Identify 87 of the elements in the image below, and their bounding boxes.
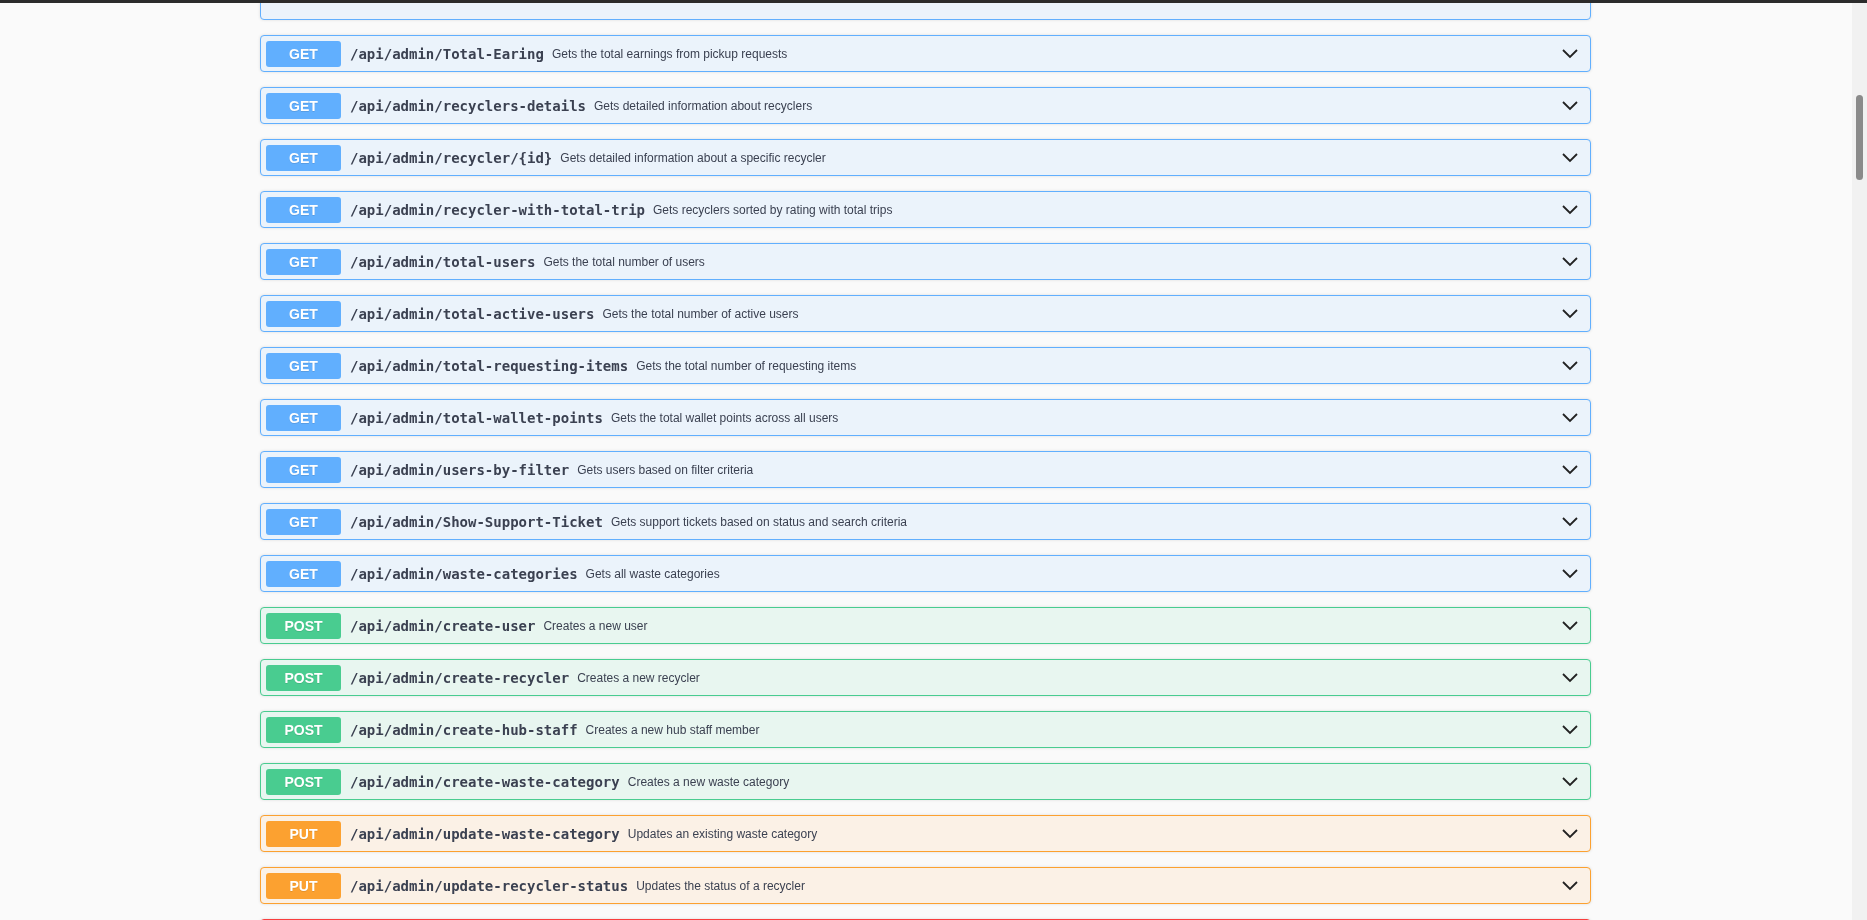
operation-row[interactable]: GET /api/admin/total-active-users Gets the total number of active users (260, 295, 1591, 332)
endpoint-description: Creates a new hub staff member (585, 722, 760, 737)
operation-row[interactable]: GET /api/admin/recyclers-details Gets detailed information about recyclers (260, 87, 1591, 124)
endpoint-description: Gets all waste categories (585, 566, 720, 581)
operation-row[interactable]: GET /api/admin/total-wallet-points Gets the total wallet points across all users (260, 399, 1591, 436)
method-badge: GET (266, 40, 341, 67)
method-badge: POST (266, 612, 341, 639)
endpoint-description: Gets support tickets based on status and search criteria (610, 514, 908, 529)
chevron-down-icon[interactable] (1562, 568, 1578, 579)
method-badge: PUT (266, 820, 341, 847)
operation-row[interactable]: POST /api/admin/create-waste-category Creates a new waste category (260, 763, 1591, 800)
endpoint-path: /api/admin/Total-Earing (350, 45, 544, 62)
operation-row[interactable]: POST /api/admin/create-hub-staff Creates a new hub staff member (260, 711, 1591, 748)
endpoint-path: /api/admin/create-recycler (350, 669, 570, 686)
endpoint-path: /api/admin/update-recycler-status (350, 877, 629, 894)
endpoint-path: /api/admin/create-waste-category (350, 773, 620, 790)
operation-row[interactable]: GET /api/admin/Show-Support-Ticket Gets support tickets based on status and search criteria (260, 503, 1591, 540)
operation-row[interactable]: GET /api/admin/recycler/{id} Gets detailed information about a specific recycler (260, 139, 1591, 176)
chevron-down-icon[interactable] (1562, 152, 1578, 163)
chevron-down-icon[interactable] (1562, 620, 1578, 631)
operation-row[interactable]: GET /api/admin/total-requesting-items Gets the total number of requesting items (260, 347, 1591, 384)
chevron-down-icon[interactable] (1562, 360, 1578, 371)
scrollbar[interactable] (1852, 0, 1867, 920)
operation-row[interactable]: GET /api/admin/waste-categories Gets all waste categories (260, 555, 1591, 592)
chevron-down-icon[interactable] (1562, 308, 1578, 319)
method-badge: GET (266, 508, 341, 535)
endpoint-description: Gets the total number of active users (602, 306, 799, 321)
endpoint-path: /api/admin/total-active-users (350, 305, 595, 322)
endpoint-description: Gets the total number of users (543, 254, 705, 269)
endpoint-description: Creates a new user (543, 618, 648, 633)
endpoint-path: /api/admin/create-hub-staff (350, 721, 578, 738)
method-badge: POST (266, 768, 341, 795)
method-badge: GET (266, 404, 341, 431)
method-badge: GET (266, 248, 341, 275)
operation-row[interactable]: GET /api/admin/Total-Earing Gets the total earnings from pickup requests (260, 35, 1591, 72)
endpoint-path: /api/admin/total-requesting-items (350, 357, 629, 374)
chevron-down-icon[interactable] (1562, 412, 1578, 423)
endpoint-path: /api/admin/waste-categories (350, 565, 578, 582)
method-badge: POST (266, 716, 341, 743)
operation-row[interactable]: GET /api/admin/total-users Gets the total number of users (260, 243, 1591, 280)
endpoint-path: /api/admin/create-user (350, 617, 536, 634)
endpoint-description: Gets the total earnings from pickup requests (551, 46, 788, 61)
endpoint-description: Gets users based on filter criteria (577, 462, 754, 477)
operation-row[interactable]: POST /api/admin/create-user Creates a new user (260, 607, 1591, 644)
operation-row[interactable]: GET /api/admin/recycler-with-total-trip Gets recyclers sorted by rating with total trips (260, 191, 1591, 228)
method-badge: GET (266, 456, 341, 483)
endpoint-path: /api/admin/recycler-with-total-trip (350, 201, 645, 218)
scrollbar-thumb[interactable] (1856, 95, 1863, 180)
endpoint-description: Updates an existing waste category (627, 826, 818, 841)
endpoint-path: /api/admin/total-users (350, 253, 536, 270)
chevron-down-icon[interactable] (1562, 828, 1578, 839)
endpoint-description: Updates the status of a recycler (636, 878, 805, 893)
endpoint-path: /api/admin/Show-Support-Ticket (350, 513, 603, 530)
endpoint-description: Gets recyclers sorted by rating with total trips (653, 202, 893, 217)
method-badge: GET (266, 560, 341, 587)
endpoint-description: Creates a new recycler (577, 670, 700, 685)
chevron-down-icon[interactable] (1562, 464, 1578, 475)
endpoint-path: /api/admin/total-wallet-points (350, 409, 603, 426)
operation-row[interactable]: POST /api/admin/create-recycler Creates a new recycler (260, 659, 1591, 696)
endpoint-path: /api/admin/users-by-filter (350, 461, 570, 478)
operation-row[interactable]: GET /api/admin/users-by-filter Gets users based on filter criteria (260, 451, 1591, 488)
method-badge: PUT (266, 872, 341, 899)
chevron-down-icon[interactable] (1562, 204, 1578, 215)
endpoint-path: /api/admin/recycler/{id} (350, 149, 553, 166)
method-badge: GET (266, 196, 341, 223)
chevron-down-icon[interactable] (1562, 776, 1578, 787)
endpoint-description: Gets detailed information about recyclers (594, 98, 813, 113)
chevron-down-icon[interactable] (1562, 672, 1578, 683)
endpoint-description: Gets the total number of requesting items (636, 358, 857, 373)
chevron-down-icon[interactable] (1562, 880, 1578, 891)
endpoint-description: Gets detailed information about a specific recycler (560, 150, 826, 165)
method-badge: GET (266, 300, 341, 327)
method-badge: POST (266, 664, 341, 691)
chevron-down-icon[interactable] (1562, 48, 1578, 59)
chevron-down-icon[interactable] (1562, 256, 1578, 267)
endpoint-path: /api/admin/update-waste-category (350, 825, 620, 842)
chevron-down-icon[interactable] (1562, 100, 1578, 111)
method-badge: GET (266, 352, 341, 379)
endpoint-description: Gets the total wallet points across all users (610, 410, 839, 425)
chevron-down-icon[interactable] (1562, 724, 1578, 735)
method-badge: GET (266, 144, 341, 171)
operation-row[interactable]: PUT /api/admin/update-recycler-status Updates the status of a recycler (260, 867, 1591, 904)
endpoint-path: /api/admin/recyclers-details (350, 97, 586, 114)
operation-row[interactable]: PUT /api/admin/update-waste-category Updates an existing waste category (260, 815, 1591, 852)
chevron-down-icon[interactable] (1562, 516, 1578, 527)
method-badge: GET (266, 92, 341, 119)
endpoint-description: Creates a new waste category (627, 774, 790, 789)
